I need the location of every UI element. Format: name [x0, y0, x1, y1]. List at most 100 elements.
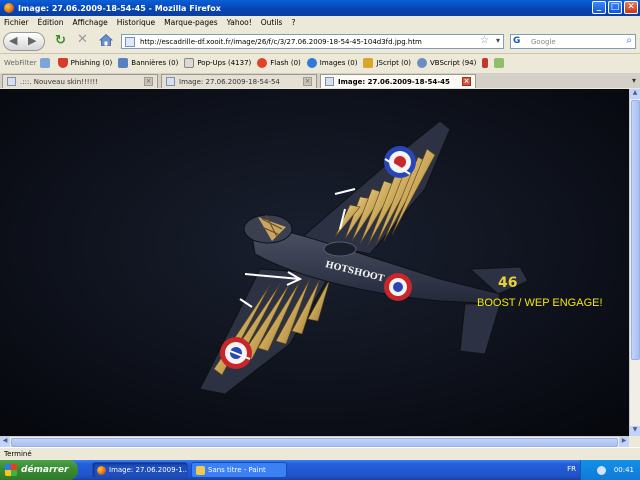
- tab-close-icon[interactable]: ×: [462, 77, 471, 86]
- jscript-label: JScript (0): [376, 59, 411, 67]
- webfilter-settings-button[interactable]: [39, 58, 50, 68]
- back-arrow-icon[interactable]: ◀: [9, 34, 17, 47]
- popup-icon: [184, 58, 195, 68]
- jscript-icon: [363, 58, 374, 68]
- tab-image-18-54-45[interactable]: Image: 27.06.2009-18-54-45 ×: [320, 74, 476, 88]
- back-forward-group: ◀ ▶: [3, 32, 45, 51]
- brush-icon: [482, 58, 489, 68]
- system-tray: 00:41: [580, 460, 640, 480]
- list-icon: [494, 58, 505, 68]
- menu-marque-pages[interactable]: Marque-pages: [164, 18, 218, 27]
- tab-nouveau-skin[interactable]: .:::. Nouveau skin!!!!!! ×: [2, 74, 158, 88]
- horizontal-scrollbar[interactable]: ◀ ▶: [0, 436, 629, 447]
- navigation-toolbar: ◀ ▶ ↻ ✕ http://escadrille-df.xooit.fr/im…: [0, 29, 640, 54]
- flash-icon: [257, 58, 268, 68]
- images-button[interactable]: Images (0): [306, 58, 358, 68]
- tab-favicon-icon: [7, 77, 16, 86]
- jscript-button[interactable]: JScript (0): [363, 58, 411, 68]
- window-controls: _ □ ✕: [592, 1, 638, 14]
- tray-app-icon[interactable]: [596, 465, 606, 475]
- menu-yahoo[interactable]: Yahoo!: [227, 18, 252, 27]
- forward-arrow-icon[interactable]: ▶: [28, 34, 36, 47]
- tab-close-icon[interactable]: ×: [303, 77, 312, 86]
- reload-icon[interactable]: ↻: [55, 33, 66, 48]
- vertical-scroll-thumb[interactable]: [631, 100, 640, 360]
- scroll-right-icon[interactable]: ▶: [619, 437, 629, 447]
- firefox-icon: [97, 465, 106, 475]
- scroll-up-icon[interactable]: ▲: [630, 89, 640, 99]
- search-placeholder: Google: [531, 37, 556, 46]
- stop-icon[interactable]: ✕: [77, 32, 88, 47]
- firefox-icon: [4, 3, 14, 13]
- roundel-fuselage: [384, 273, 412, 301]
- google-icon[interactable]: G: [513, 36, 520, 46]
- maximize-button[interactable]: □: [608, 1, 622, 14]
- menu-help[interactable]: ?: [291, 18, 295, 27]
- menu-edition[interactable]: Édition: [38, 18, 64, 27]
- flash-label: Flash (0): [270, 59, 301, 67]
- vbscript-label: VBScript (94): [430, 59, 477, 67]
- start-button[interactable]: démarrer: [0, 460, 78, 480]
- popups-label: Pop-Ups (4137): [197, 59, 252, 67]
- wrench-icon: [39, 58, 50, 68]
- address-url: http://escadrille-df.xooit.fr/image/26/f…: [140, 37, 422, 46]
- tab-list-chevron-icon[interactable]: ▾: [632, 76, 636, 85]
- window-titlebar: Image: 27.06.2009-18-54-45 - Mozilla Fir…: [0, 0, 640, 16]
- search-input[interactable]: G Google ⌕: [510, 34, 636, 49]
- images-icon: [306, 58, 317, 68]
- tab-label: Image: 27.06.2009-18-54-54: [179, 77, 280, 86]
- home-icon[interactable]: [99, 33, 113, 47]
- bannieres-button[interactable]: Bannières (0): [118, 58, 178, 68]
- popups-button[interactable]: Pop-Ups (4137): [184, 58, 251, 68]
- language-indicator[interactable]: FR: [567, 465, 576, 473]
- scroll-down-icon[interactable]: ▼: [630, 426, 640, 436]
- status-text: Terminé: [4, 450, 32, 458]
- taskbar-firefox[interactable]: Image: 27.06.2009-1...: [92, 462, 188, 478]
- horizontal-scroll-thumb[interactable]: [11, 438, 618, 447]
- tab-close-icon[interactable]: ×: [144, 77, 153, 86]
- menu-affichage[interactable]: Affichage: [72, 18, 107, 27]
- menu-historique[interactable]: Historique: [117, 18, 155, 27]
- close-button[interactable]: ✕: [624, 1, 638, 14]
- status-bar: Terminé: [0, 447, 640, 460]
- window-title: Image: 27.06.2009-18-54-45 - Mozilla Fir…: [18, 3, 221, 13]
- vertical-scrollbar[interactable]: ▲ ▼: [629, 89, 640, 436]
- tab-label: .:::. Nouveau skin!!!!!!: [20, 77, 99, 86]
- vbscript-button[interactable]: VBScript (94): [417, 58, 476, 68]
- tab-image-18-54-54[interactable]: Image: 27.06.2009-18-54-54 ×: [161, 74, 317, 88]
- vbscript-icon: [417, 58, 427, 68]
- webfilter-toolbar: WebFilter Phishing (0) Bannières (0) Pop…: [0, 54, 640, 72]
- tab-label: Image: 27.06.2009-18-54-45: [338, 77, 450, 86]
- clock[interactable]: 00:41: [614, 466, 634, 474]
- scroll-left-icon[interactable]: ◀: [0, 437, 10, 447]
- start-label: démarrer: [21, 465, 69, 475]
- bookmark-star-icon[interactable]: ☆: [480, 35, 489, 46]
- minimize-button[interactable]: _: [592, 1, 606, 14]
- windows-flag-icon: [5, 464, 17, 476]
- image-viewport: 46 HOTSHOOT BOOST / WEP ENGAGE!: [0, 89, 629, 436]
- menu-fichier[interactable]: Fichier: [4, 18, 29, 27]
- search-icon[interactable]: ⌕: [626, 35, 632, 46]
- chevron-down-icon[interactable]: ▾: [496, 36, 500, 45]
- tab-strip: .:::. Nouveau skin!!!!!! × Image: 27.06.…: [0, 73, 640, 88]
- address-bar[interactable]: http://escadrille-df.xooit.fr/image/26/f…: [121, 34, 504, 49]
- options-button[interactable]: [494, 58, 505, 68]
- windows-taskbar: démarrer Image: 27.06.2009-1... Sans tit…: [0, 460, 640, 480]
- paint-icon: [196, 465, 205, 475]
- taskbar-firefox-label: Image: 27.06.2009-1...: [109, 466, 188, 474]
- overlay-text: BOOST / WEP ENGAGE!: [477, 297, 603, 309]
- page-favicon-icon: [125, 37, 135, 47]
- menu-outils[interactable]: Outils: [261, 18, 283, 27]
- taskbar-paint[interactable]: Sans titre - Paint: [191, 462, 287, 478]
- tab-favicon-icon: [325, 77, 334, 86]
- plane-image: 46 HOTSHOOT BOOST / WEP ENGAGE!: [0, 89, 629, 436]
- webfilter-label: WebFilter: [4, 59, 37, 67]
- brush-button[interactable]: [482, 58, 489, 68]
- flash-button[interactable]: Flash (0): [257, 58, 301, 68]
- tab-favicon-icon: [166, 77, 175, 86]
- phishing-button[interactable]: Phishing (0): [57, 58, 113, 68]
- images-label: Images (0): [319, 59, 358, 67]
- menu-bar: Fichier Édition Affichage Historique Mar…: [0, 16, 640, 29]
- taskbar-paint-label: Sans titre - Paint: [208, 466, 266, 474]
- phishing-label: Phishing (0): [70, 59, 113, 67]
